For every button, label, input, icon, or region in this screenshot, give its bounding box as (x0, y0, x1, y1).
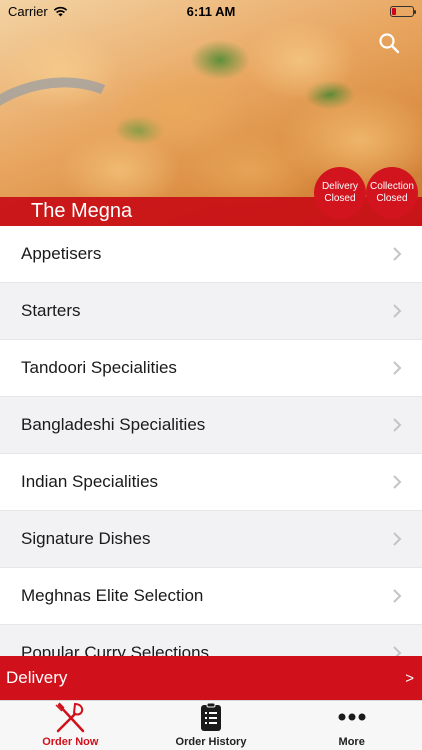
menu-category-item[interactable]: Bangladeshi Specialities (0, 397, 422, 454)
tab-more-label: More (338, 736, 365, 748)
collection-status-text: Collection Closed (370, 181, 414, 204)
menu-category-label: Indian Specialities (21, 472, 159, 491)
collection-status-badge: Collection Closed (366, 167, 418, 219)
status-bar: Carrier 6:11 AM (0, 0, 422, 22)
chevron-right-icon (393, 646, 402, 656)
chevron-right-icon (393, 361, 402, 375)
menu-category-item[interactable]: Meghnas Elite Selection (0, 568, 422, 625)
delivery-status-text: Delivery Closed (321, 181, 359, 204)
tab-order-history-label: Order History (175, 736, 247, 748)
fork-knife-icon (53, 701, 87, 733)
tab-bar: Order Now Order History More (0, 700, 422, 750)
menu-category-label: Signature Dishes (21, 529, 151, 548)
menu-category-item[interactable]: Appetisers (0, 226, 422, 283)
tab-order-now-label: Order Now (42, 736, 99, 748)
menu-category-item[interactable]: Indian Specialities (0, 454, 422, 511)
menu-category-label: Meghnas Elite Selection (21, 586, 204, 605)
menu-category-label: Tandoori Specialities (21, 358, 177, 377)
search-icon[interactable] (378, 32, 400, 54)
menu-category-list: Appetisers Starters Tandoori Specialitie… (0, 226, 422, 656)
menu-category-label: Popular Curry Selections (21, 643, 210, 656)
battery-icon (390, 5, 416, 17)
clipboard-list-icon (200, 701, 222, 733)
tab-more[interactable]: More (281, 701, 422, 750)
chevron-right-icon (393, 532, 402, 546)
chevron-right-icon (393, 247, 402, 261)
restaurant-name: The Megna (31, 200, 133, 222)
menu-category-item[interactable]: Tandoori Specialities (0, 340, 422, 397)
status-left: Carrier (8, 4, 68, 19)
menu-category-label: Bangladeshi Specialities (21, 415, 206, 434)
menu-category-item[interactable]: Popular Curry Selections (0, 625, 422, 656)
chevron-right-icon (393, 304, 402, 318)
chevron-right-icon (393, 589, 402, 603)
more-dots-icon (338, 701, 366, 733)
menu-category-item[interactable]: Signature Dishes (0, 511, 422, 568)
chevron-right-icon (393, 475, 402, 489)
menu-category-label: Appetisers (21, 244, 102, 263)
delivery-mode-label: Delivery (6, 668, 68, 687)
menu-category-label: Starters (21, 301, 81, 320)
wifi-icon (53, 6, 67, 16)
carrier-label: Carrier (8, 3, 48, 19)
tab-order-now[interactable]: Order Now (0, 701, 141, 750)
delivery-arrow-icon: > (405, 669, 414, 687)
tab-order-history[interactable]: Order History (141, 701, 282, 750)
delivery-status-badge: Delivery Closed (314, 167, 366, 219)
chevron-right-icon (393, 418, 402, 432)
menu-category-item[interactable]: Starters (0, 283, 422, 340)
delivery-mode-bar[interactable]: Delivery > (0, 656, 422, 700)
